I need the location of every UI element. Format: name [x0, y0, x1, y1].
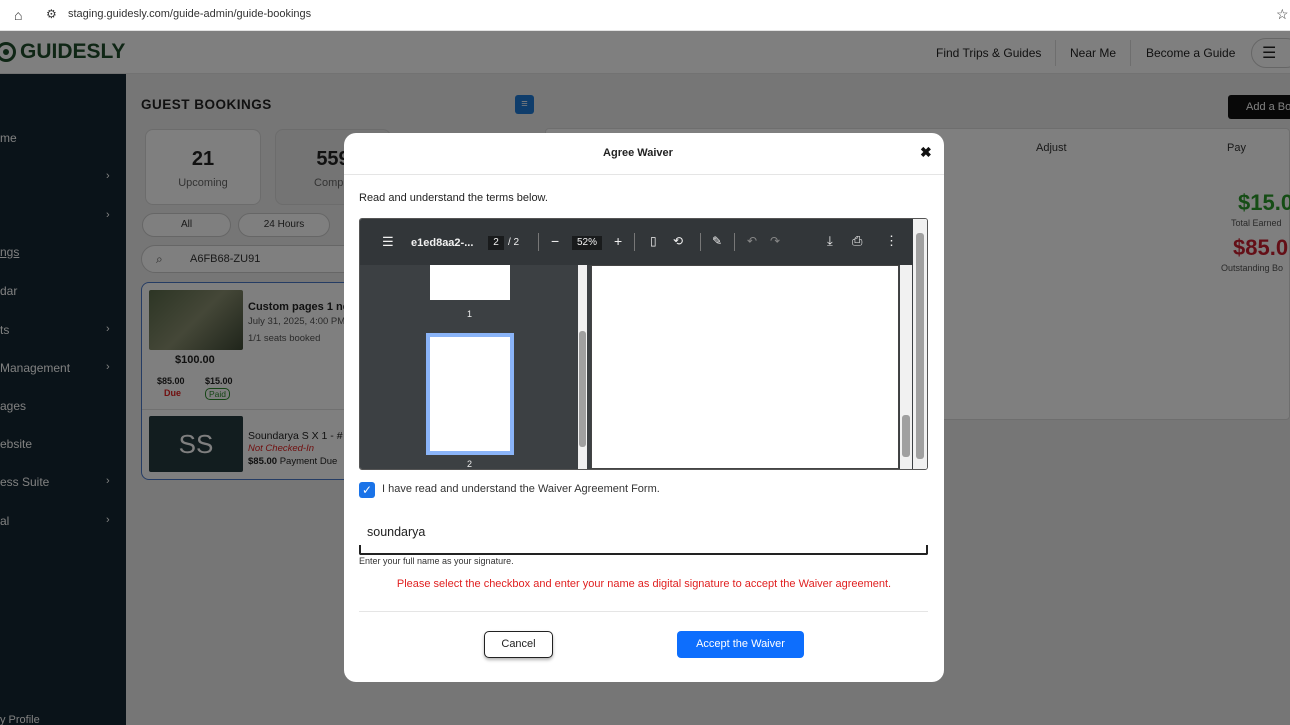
pdf-viewer[interactable]: ☰ e1ed8aa2-... 2 / 2 − 52% + ▯ ⟲ ✎ ↶ ↷ ⤓… [359, 218, 928, 470]
thumbnail-scrollbar[interactable] [578, 265, 587, 469]
scrollbar-thumb[interactable] [902, 415, 910, 457]
thumbnail-label-2: 2 [467, 459, 473, 469]
modal-intro-text: Read and understand the terms below. [359, 192, 548, 204]
outer-scrollbar[interactable] [913, 219, 927, 469]
zoom-out-icon[interactable]: − [551, 233, 559, 249]
scrollbar-thumb[interactable] [579, 331, 586, 447]
signature-input[interactable]: soundarya [367, 525, 425, 539]
cancel-button[interactable]: Cancel [484, 631, 553, 658]
waiver-agree-checkbox[interactable]: ✓ [359, 482, 375, 498]
pdf-menu-icon[interactable]: ☰ [382, 234, 394, 250]
checkbox-label: I have read and understand the Waiver Ag… [382, 483, 660, 495]
pdf-thumbnail-page-2[interactable] [426, 333, 514, 455]
pdf-main-view [589, 265, 913, 469]
modal-title: Agree Waiver [603, 147, 673, 159]
browser-address-bar: ⌂ ⚙ staging.guidesly.com/guide-admin/gui… [0, 0, 1290, 31]
toolbar-divider [700, 233, 701, 251]
signature-help-text: Enter your full name as your signature. [359, 556, 514, 566]
zoom-in-icon[interactable]: + [614, 233, 622, 249]
modal-divider [359, 611, 928, 612]
pdf-page-input[interactable]: 2 [488, 236, 504, 250]
pdf-thumbnails: 1 2 [360, 265, 589, 469]
thumbnail-label-1: 1 [467, 309, 473, 319]
pdf-toolbar: ☰ e1ed8aa2-... 2 / 2 − 52% + ▯ ⟲ ✎ ↶ ↷ ⤓… [360, 219, 913, 265]
pdf-thumbnail-page-1[interactable] [430, 265, 510, 300]
toolbar-divider [538, 233, 539, 251]
rotate-icon[interactable]: ⟲ [673, 234, 683, 248]
print-icon[interactable]: ⎙ [852, 233, 862, 249]
pdf-main-scrollbar[interactable] [900, 265, 912, 469]
error-message: Please select the checkbox and enter you… [396, 578, 892, 590]
annotate-icon[interactable]: ✎ [712, 234, 722, 248]
home-icon[interactable]: ⌂ [14, 7, 22, 23]
scrollbar-thumb[interactable] [916, 233, 924, 459]
download-icon[interactable]: ⤓ [827, 233, 833, 249]
pdf-page-total: / 2 [508, 237, 520, 248]
toolbar-divider [634, 233, 635, 251]
more-options-icon[interactable]: ⋮ [885, 233, 898, 249]
toolbar-divider [734, 233, 735, 251]
undo-icon[interactable]: ↶ [747, 234, 757, 248]
site-settings-icon[interactable]: ⚙ [46, 7, 57, 21]
pdf-page [591, 265, 899, 469]
url-text[interactable]: staging.guidesly.com/guide-admin/guide-b… [68, 8, 311, 20]
bookmark-star-icon[interactable]: ☆ [1276, 6, 1289, 23]
close-icon[interactable]: ✖ [920, 144, 932, 161]
redo-icon[interactable]: ↷ [770, 234, 780, 248]
fit-page-icon[interactable]: ▯ [650, 234, 657, 248]
pdf-zoom-input[interactable]: 52% [572, 236, 602, 250]
agree-waiver-modal: Agree Waiver ✖ Read and understand the t… [344, 133, 944, 682]
pdf-filename: e1ed8aa2-... [411, 237, 474, 249]
modal-divider [344, 174, 944, 175]
accept-waiver-button[interactable]: Accept the Waiver [677, 631, 804, 658]
signature-underline [359, 545, 928, 555]
